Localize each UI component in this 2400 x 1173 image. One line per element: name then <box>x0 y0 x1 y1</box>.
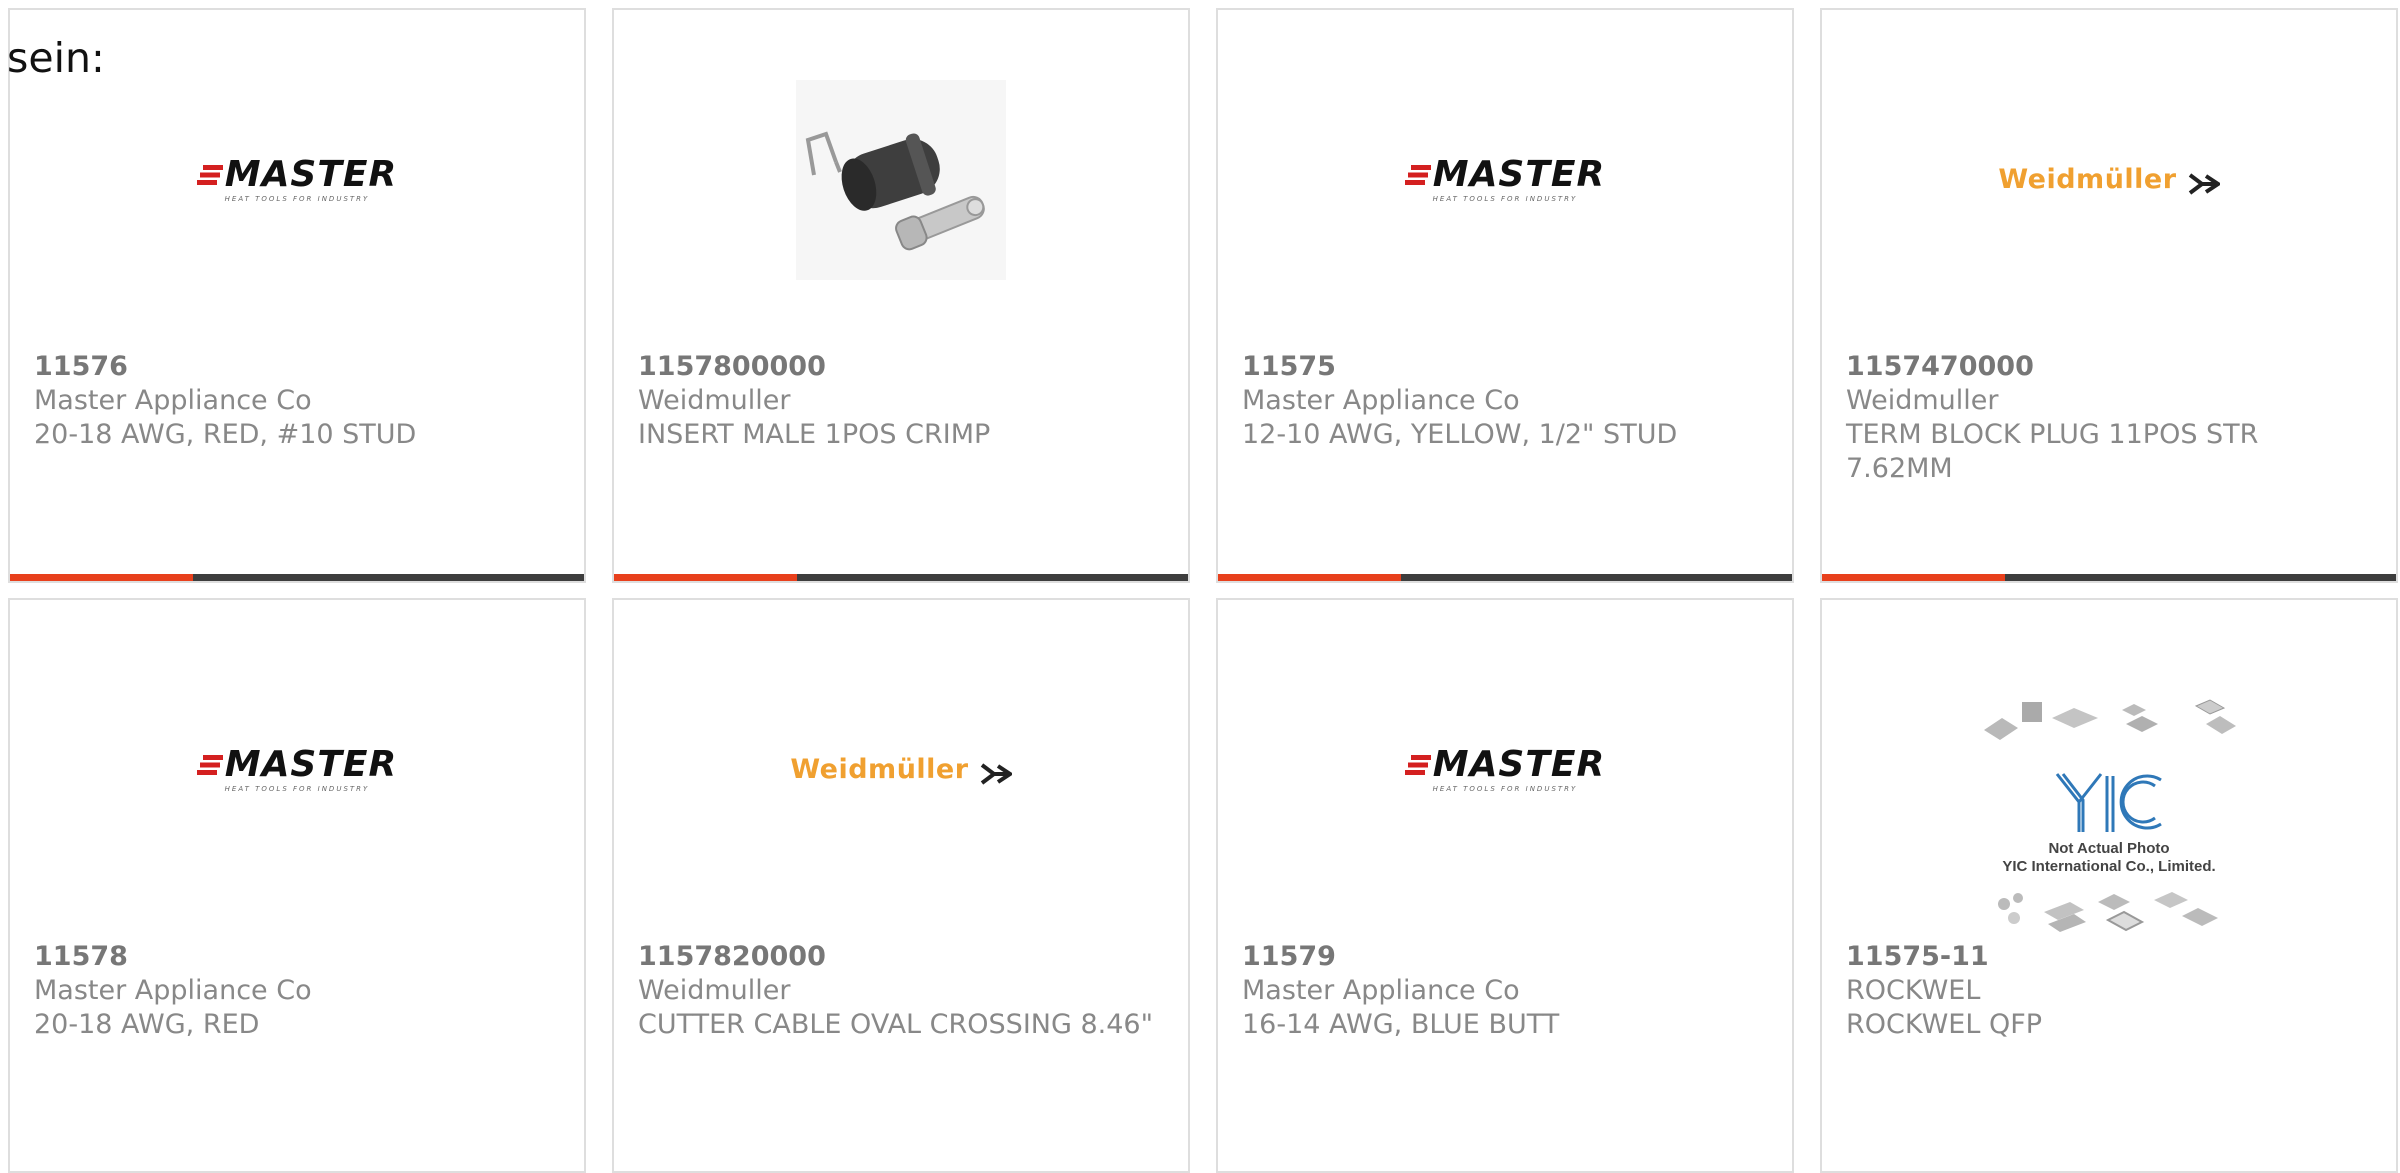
description: 16-14 AWG, BLUE BUTT <box>1242 1009 1560 1040</box>
manufacturer: Weidmuller <box>1846 385 1999 416</box>
part-number[interactable]: 11579 <box>1242 940 1768 974</box>
weidmuller-logo: Weidmüller <box>1822 50 2396 310</box>
master-logo: MASTER HEAT TOOLS FOR INDUSTRY <box>1218 640 1792 900</box>
master-logo-tagline: HEAT TOOLS FOR INDUSTRY <box>224 195 370 203</box>
card-bar <box>614 574 1188 581</box>
master-logo-tagline: HEAT TOOLS FOR INDUSTRY <box>1432 195 1578 203</box>
weidmuller-logo: Weidmüller <box>614 640 1188 900</box>
master-logo: MASTER HEAT TOOLS FOR INDUSTRY <box>10 50 584 310</box>
master-logo-tagline: HEAT TOOLS FOR INDUSTRY <box>1432 785 1578 793</box>
card-bar <box>10 574 584 581</box>
master-logo-text: MASTER <box>224 744 398 785</box>
description: INSERT MALE 1POS CRIMP <box>638 419 991 450</box>
manufacturer: Master Appliance Co <box>1242 975 1520 1006</box>
description: CUTTER CABLE OVAL CROSSING 8.46" <box>638 1009 1154 1040</box>
connector-photo <box>614 50 1188 310</box>
master-logo-text: MASTER <box>1432 154 1606 195</box>
part-number[interactable]: 1157470000 <box>1846 350 2372 384</box>
manufacturer: ROCKWEL <box>1846 975 1981 1006</box>
manufacturer: Master Appliance Co <box>1242 385 1520 416</box>
product-card[interactable]: MASTER HEAT TOOLS FOR INDUSTRY 11575 Mas… <box>1216 8 1794 583</box>
master-logo: MASTER HEAT TOOLS FOR INDUSTRY <box>10 640 584 900</box>
yic-caption-line1: Not Actual Photo <box>2048 840 2170 857</box>
manufacturer: Weidmuller <box>638 385 791 416</box>
manufacturer: Master Appliance Co <box>34 975 312 1006</box>
product-card[interactable]: MASTER HEAT TOOLS FOR INDUSTRY 11579 Mas… <box>1216 598 1794 1173</box>
manufacturer: Weidmuller <box>638 975 791 1006</box>
part-number[interactable]: 11575 <box>1242 350 1768 384</box>
master-logo-text: MASTER <box>224 154 398 195</box>
part-number[interactable]: 1157800000 <box>638 350 1164 384</box>
yic-placeholder-image: Not Actual Photo YIC International Co., … <box>1822 690 2396 950</box>
part-number[interactable]: 11575-11 <box>1846 940 2372 974</box>
card-bar <box>1822 574 2396 581</box>
part-number[interactable]: 1157820000 <box>638 940 1164 974</box>
master-logo-tagline: HEAT TOOLS FOR INDUSTRY <box>224 785 370 793</box>
part-number[interactable]: 11578 <box>34 940 560 974</box>
weidmuller-logo-text: Weidmüller <box>1998 164 2177 196</box>
master-logo-text: MASTER <box>1432 744 1606 785</box>
description: 20-18 AWG, RED <box>34 1009 260 1040</box>
product-card[interactable]: Weidmüller 1157470000 Weidmuller TERM BL… <box>1820 8 2398 583</box>
description: 20-18 AWG, RED, #10 STUD <box>34 419 417 450</box>
master-logo: MASTER HEAT TOOLS FOR INDUSTRY <box>1218 50 1792 310</box>
card-bar <box>1218 574 1792 581</box>
intro-text: sein: <box>7 34 105 82</box>
part-number[interactable]: 11576 <box>34 350 560 384</box>
product-card[interactable]: MASTER HEAT TOOLS FOR INDUSTRY 11578 Mas… <box>8 598 586 1173</box>
description: 12-10 AWG, YELLOW, 1/2" STUD <box>1242 419 1678 450</box>
product-card[interactable]: Not Actual Photo YIC International Co., … <box>1820 598 2398 1173</box>
description: ROCKWEL QFP <box>1846 1009 2043 1040</box>
product-card[interactable]: MASTER HEAT TOOLS FOR INDUSTRY 11576 Mas… <box>8 8 586 583</box>
product-card[interactable]: 1157800000 Weidmuller INSERT MALE 1POS C… <box>612 8 1190 583</box>
product-card[interactable]: Weidmüller 1157820000 Weidmuller CUTTER … <box>612 598 1190 1173</box>
weidmuller-logo-text: Weidmüller <box>790 754 969 786</box>
description: TERM BLOCK PLUG 11POS STR 7.62MM <box>1846 419 2259 484</box>
yic-caption-line2: YIC International Co., Limited. <box>2002 858 2216 875</box>
manufacturer: Master Appliance Co <box>34 385 312 416</box>
